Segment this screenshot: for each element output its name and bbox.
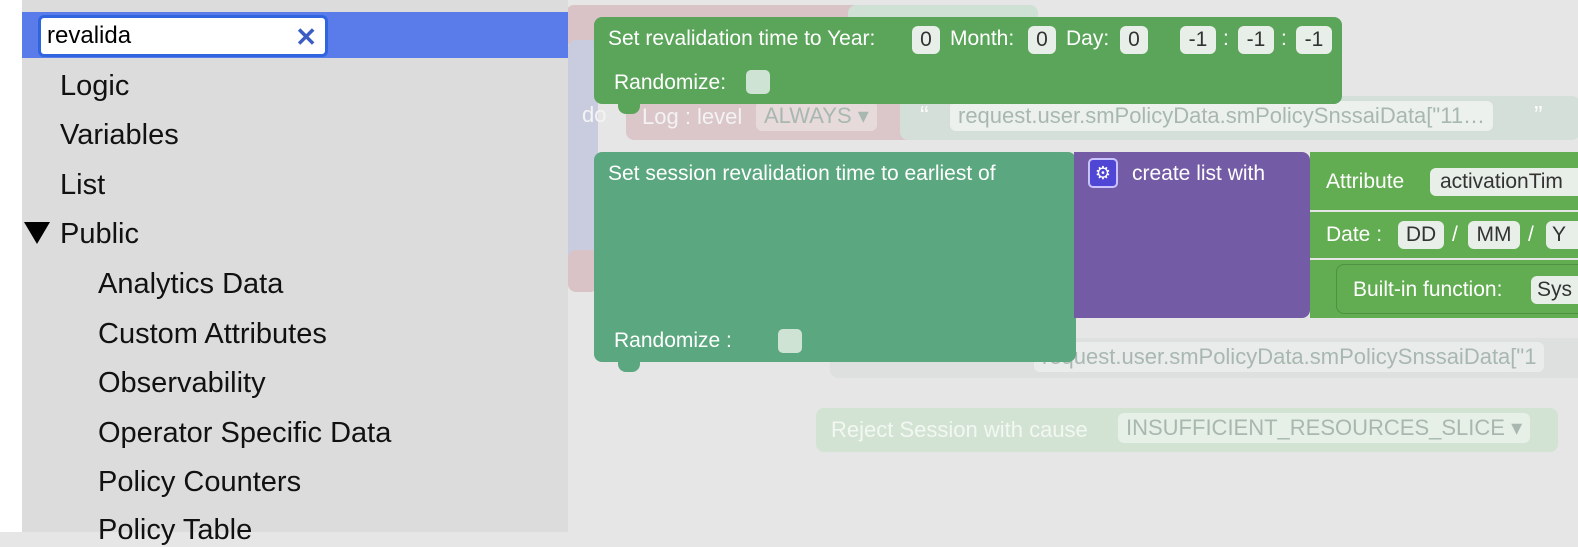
category-variables[interactable]: Variables — [60, 119, 179, 152]
search-input[interactable] — [47, 21, 287, 51]
date-sep-1: / — [1452, 223, 1458, 246]
builtin-label: Built-in function: — [1353, 278, 1503, 301]
ghost-log-label: Log : level — [642, 104, 743, 129]
category-observability[interactable]: Observability — [98, 367, 266, 400]
day-label: Day: — [1066, 27, 1110, 50]
create-list-label: create list with — [1132, 162, 1266, 185]
day-field[interactable]: 0 — [1120, 26, 1148, 54]
dd-field[interactable]: DD — [1398, 221, 1444, 249]
ghost-reject-label: Reject Session with cause — [831, 417, 1088, 442]
ghost-request-field-2: request.user.smPolicyData.smPolicySnssai… — [1034, 342, 1545, 372]
ghost-cause-field: INSUFFICIENT_RESOURCES_SLICE ▾ — [1118, 413, 1531, 443]
yy-field[interactable]: Y — [1546, 221, 1578, 249]
date-label: Date : — [1326, 223, 1383, 246]
minute-field[interactable]: -1 — [1238, 26, 1274, 54]
category-policy-table[interactable]: Policy Table — [98, 514, 252, 547]
builtin-field[interactable]: Sys — [1531, 276, 1578, 304]
attribute-label: Attribute — [1326, 170, 1405, 193]
category-list[interactable]: List — [60, 169, 105, 202]
colon-1: : — [1223, 27, 1229, 50]
randomize-label-2: Randomize : — [614, 329, 732, 352]
year-field[interactable]: 0 — [912, 26, 940, 54]
randomize-label-1: Randomize: — [614, 71, 727, 94]
month-label: Month: — [950, 27, 1015, 50]
set-revalidation-time-block[interactable]: Set revalidation time to Year: 0 Month: … — [594, 17, 1342, 114]
search-box[interactable]: ✕ — [38, 15, 328, 57]
month-field[interactable]: 0 — [1028, 26, 1056, 54]
set-session-revalidation-block[interactable]: Set session revalidation time to earlies… — [594, 152, 1076, 372]
clear-search-icon[interactable]: ✕ — [295, 22, 317, 52]
create-list-block[interactable]: ⚙ create list with — [1074, 152, 1310, 318]
block2-label: Set session revalidation time to earlies… — [608, 162, 996, 185]
attribute-field[interactable]: activationTim — [1430, 168, 1578, 196]
ghost-do-label: do — [582, 102, 607, 127]
ghost-level-field: ALWAYS ▾ — [756, 101, 877, 131]
workspace[interactable]: do Log : level ALWAYS ▾ “ request.user.s… — [568, 0, 1578, 532]
ghost-request-field-1: request.user.smPolicyData.smPolicySnssai… — [950, 101, 1494, 131]
category-custom-attributes[interactable]: Custom Attributes — [98, 318, 327, 351]
gear-icon[interactable]: ⚙ — [1088, 158, 1118, 188]
hour-field[interactable]: -1 — [1180, 26, 1216, 54]
block-notch — [618, 362, 640, 372]
date-block[interactable]: Date : DD / MM / Y — [1310, 212, 1578, 258]
block1-label: Set revalidation time to Year: — [608, 27, 876, 50]
category-policy-counters[interactable]: Policy Counters — [98, 466, 301, 499]
mm-field[interactable]: MM — [1468, 221, 1520, 249]
triangle-down-icon[interactable] — [24, 222, 50, 244]
builtin-function-block[interactable]: Built-in function: Sys — [1336, 264, 1578, 314]
ghost-quote-close: ” — [1534, 100, 1543, 130]
category-operator-specific-data[interactable]: Operator Specific Data — [98, 417, 391, 450]
randomize-checkbox-2[interactable] — [778, 329, 802, 353]
category-logic[interactable]: Logic — [60, 70, 129, 103]
attribute-block[interactable]: Attribute activationTim — [1310, 152, 1578, 210]
second-field[interactable]: -1 — [1296, 26, 1332, 54]
randomize-checkbox-1[interactable] — [746, 70, 770, 94]
date-sep-2: / — [1528, 223, 1534, 246]
toolbox-edge — [0, 0, 22, 532]
colon-2: : — [1281, 27, 1287, 50]
category-public[interactable]: Public — [60, 218, 139, 251]
ghost-quote-open: “ — [920, 100, 929, 130]
category-analytics-data[interactable]: Analytics Data — [98, 268, 283, 301]
builtin-block-outer: Built-in function: Sys — [1310, 260, 1578, 318]
